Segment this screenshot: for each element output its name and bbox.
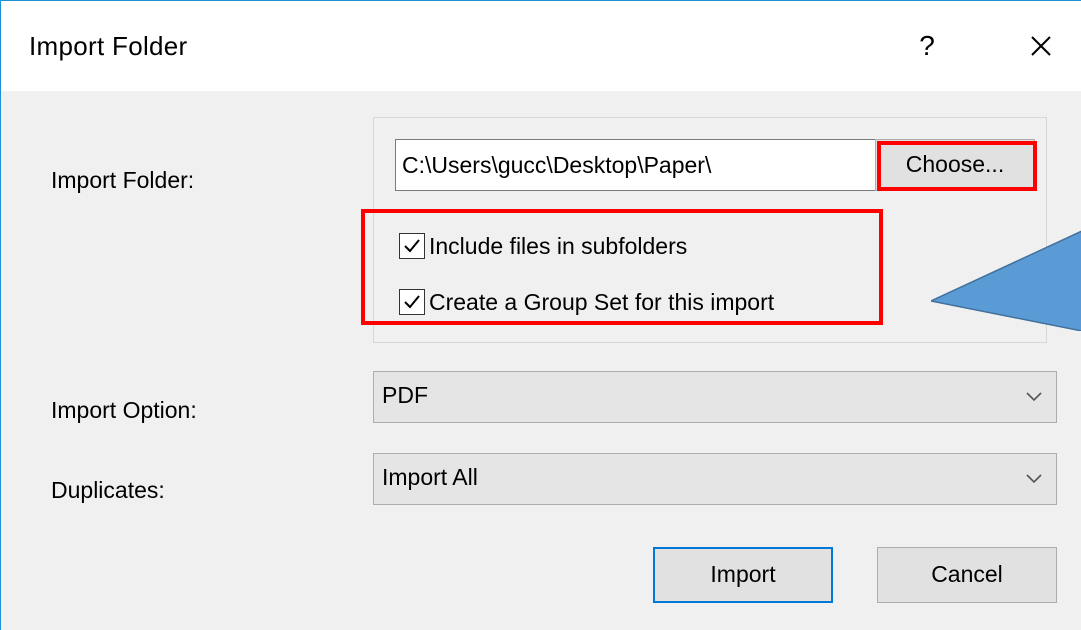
dialog-title: Import Folder xyxy=(29,31,188,61)
import-button[interactable]: Import xyxy=(653,547,833,603)
choose-button[interactable]: Choose... xyxy=(875,139,1035,191)
group-set-checkbox[interactable]: Create a Group Set for this import xyxy=(399,285,774,319)
chevron-down-icon xyxy=(1026,474,1042,484)
duplicates-select[interactable]: Import All xyxy=(373,453,1057,505)
include-subfolders-label: Include files in subfolders xyxy=(429,232,688,259)
import-option-value: PDF xyxy=(382,382,428,408)
include-subfolders-checkbox[interactable]: Include files in subfolders xyxy=(399,229,687,263)
duplicates-value: Import All xyxy=(382,464,478,490)
duplicates-label: Duplicates: xyxy=(51,477,165,503)
close-icon xyxy=(1031,36,1051,56)
cancel-button[interactable]: Cancel xyxy=(877,547,1057,603)
title-bar: Import Folder ? xyxy=(1,1,1081,91)
import-folder-dialog: Import Folder ? Import Folder: Choose...… xyxy=(0,0,1081,630)
import-option-select[interactable]: PDF xyxy=(373,371,1057,423)
import-option-label: Import Option: xyxy=(51,397,197,423)
checkbox-checked-icon xyxy=(399,289,425,315)
folder-path-input[interactable] xyxy=(395,139,877,191)
import-folder-label: Import Folder: xyxy=(51,167,195,193)
close-button[interactable] xyxy=(1013,21,1069,71)
chevron-down-icon xyxy=(1026,392,1042,402)
group-set-label: Create a Group Set for this import xyxy=(429,288,775,315)
help-button[interactable]: ? xyxy=(901,21,953,71)
checkbox-checked-icon xyxy=(399,233,425,259)
